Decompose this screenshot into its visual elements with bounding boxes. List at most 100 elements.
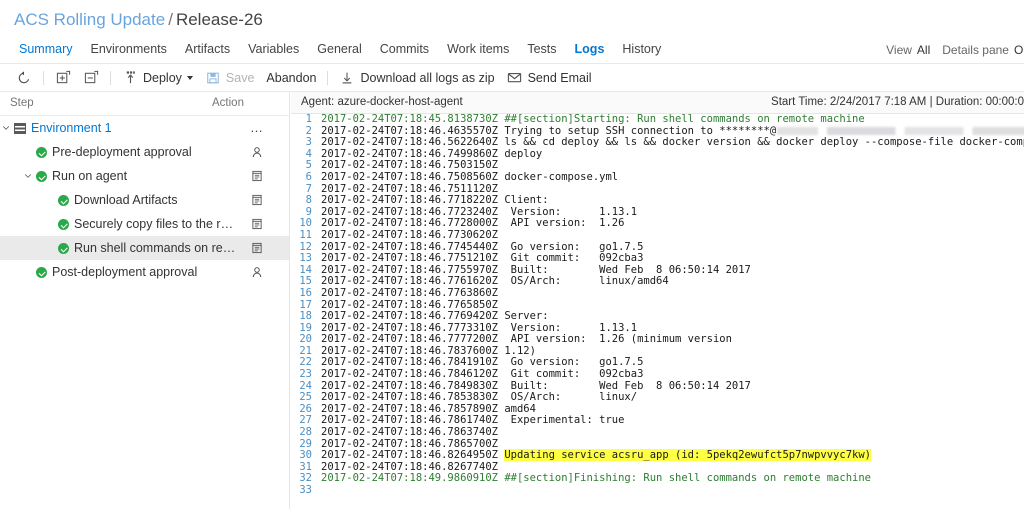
log-timestamp: 2017-02-24T07:18:45.8138730Z [321, 114, 505, 125]
log-timestamp: 2017-02-24T07:18:46.7761620Z [321, 275, 505, 288]
task-icon[interactable] [248, 164, 266, 188]
log-line-number: 33 [299, 484, 312, 496]
deploy-button[interactable]: Deploy [116, 67, 199, 89]
log-scrollbar[interactable] [1020, 92, 1024, 510]
task-icon[interactable] [248, 212, 266, 236]
tree-node-download-artifacts[interactable]: Download Artifacts [0, 188, 289, 212]
log-line-number: 18 [299, 310, 312, 323]
task-icon[interactable] [248, 236, 266, 260]
success-icon [36, 170, 47, 182]
tab-history[interactable]: History [613, 42, 670, 56]
more-icon[interactable]: … [248, 116, 266, 140]
tree-column-headers: Step Action [0, 92, 289, 116]
success-icon [58, 218, 69, 230]
tree-node-label: Securely copy files to the remote mac… [74, 217, 236, 231]
tab-commits[interactable]: Commits [371, 42, 438, 56]
toolbar-separator-3 [327, 70, 329, 85]
log-timestamp: 2017-02-24T07:18:46.7730620Z [321, 228, 505, 241]
tree-node-label: Run shell commands on remote mach… [74, 241, 236, 255]
log-line-message: API version: 1.26 (minimum version [504, 333, 732, 346]
tree-node-environment-1[interactable]: Environment 1 … [0, 116, 289, 140]
tab-general[interactable]: General [308, 42, 370, 56]
tab-tests[interactable]: Tests [518, 42, 565, 56]
log-line-number: 6 [305, 170, 312, 183]
refresh-button[interactable] [10, 67, 38, 89]
chevron-down-icon [186, 75, 193, 80]
tab-strip-right-controls: View All Details pane On [874, 43, 1024, 57]
log-line-number: 28 [299, 426, 312, 439]
log-line-number: 23 [299, 368, 312, 381]
tab-summary[interactable]: Summary [10, 42, 81, 56]
tree-node-securely-copy-files-to-the-remote-mac[interactable]: Securely copy files to the remote mac… [0, 212, 289, 236]
log-line: 33 [291, 484, 1024, 497]
download-logs-label: Download all logs as zip [360, 70, 495, 85]
log-timing-info: Start Time: 2/24/2017 7:18 AM | Duration… [771, 96, 1024, 108]
collapse-all-button[interactable] [77, 67, 105, 89]
log-line-message: ls && cd deploy && ls && docker version … [504, 136, 1024, 149]
expand-all-button[interactable] [49, 67, 77, 89]
tree-node-pre-deployment-approval[interactable]: Pre-deployment approval [0, 140, 289, 164]
success-icon [36, 146, 47, 158]
mail-icon [507, 70, 523, 86]
log-line-message: Built: Wed Feb 8 06:50:14 2017 [504, 263, 751, 276]
tab-work-items[interactable]: Work items [438, 42, 518, 56]
task-icon[interactable] [248, 188, 266, 212]
log-line-message: ##[section]Starting: Run shell commands … [504, 114, 865, 125]
person-icon[interactable] [248, 140, 266, 164]
tab-variables[interactable]: Variables [239, 42, 308, 56]
send-email-button[interactable]: Send Email [501, 67, 598, 89]
log-timestamp: 2017-02-24T07:18:46.5622640Z [321, 136, 505, 149]
log-line-number: 1 [305, 114, 312, 125]
chevron-down-icon[interactable] [22, 164, 34, 188]
log-line-number: 11 [299, 228, 312, 241]
log-line-message: API version: 1.26 [504, 217, 625, 230]
tree-node-run-shell-commands-on-remote-mach[interactable]: Run shell commands on remote mach… [0, 236, 289, 260]
log-line-message: Client: [504, 194, 549, 207]
log-timestamp: 2017-02-24T07:18:46.7511120Z [321, 182, 505, 195]
deploy-icon [122, 70, 138, 86]
log-timestamp: 2017-02-24T07:18:46.7777200Z [321, 333, 505, 346]
tree-node-content: Download Artifacts [58, 193, 178, 207]
chevron-down-icon[interactable] [0, 116, 12, 140]
log-line-highlighted-text: Updating service acsru_app (id: 5pekq2ew… [504, 449, 871, 462]
toolbar-separator-1 [43, 70, 44, 85]
log-timestamp: 2017-02-24T07:18:46.7503150Z [321, 159, 505, 172]
view-value[interactable]: All [917, 43, 930, 57]
view-label: View [886, 43, 912, 57]
abandon-button[interactable]: Abandon [260, 67, 322, 89]
deploy-label: Deploy [143, 70, 182, 85]
tab-logs[interactable]: Logs [566, 42, 614, 56]
success-icon [36, 266, 47, 278]
log-timestamp: 2017-02-24T07:18:46.8264950Z [321, 449, 505, 462]
tab-strip: Summary Environments Artifacts Variables Gen… [0, 40, 1024, 64]
log-timestamp: 2017-02-24T07:18:46.7769420Z [321, 310, 505, 323]
success-icon [58, 242, 69, 254]
log-timestamp: 2017-02-24T07:18:46.7499860Z [321, 147, 505, 160]
log-line-message: Go version: go1.7.5 [504, 240, 644, 253]
person-icon[interactable] [248, 260, 266, 284]
log-line: 32 2017-02-24T07:18:49.9860910Z ##[sectio… [291, 473, 1024, 485]
download-logs-button[interactable]: Download all logs as zip [333, 67, 500, 89]
tab-artifacts[interactable]: Artifacts [176, 42, 239, 56]
breadcrumb-project-link[interactable]: ACS Rolling Update [14, 10, 165, 29]
tree-node-content: Securely copy files to the remote mac… [58, 217, 236, 231]
log-line-message: Go version: go1.7.5 [504, 356, 644, 369]
log-line-message: Git commit: 092cba3 [504, 368, 644, 381]
details-pane-value[interactable]: On [1014, 43, 1024, 57]
tab-environments[interactable]: Environments [81, 42, 175, 56]
tree-node-content: Environment 1 [14, 121, 112, 135]
log-output[interactable]: 1 2017-02-24T07:18:45.8138730Z ##[section… [291, 114, 1024, 510]
steps-tree: Environment 1 … Pre-deployment approval Run… [0, 116, 289, 284]
log-header: Agent: azure-docker-host-agent Start Tim… [291, 92, 1024, 114]
tree-node-run-on-agent[interactable]: Run on agent [0, 164, 289, 188]
log-timestamp: 2017-02-24T07:18:46.7751210Z [321, 252, 505, 265]
abandon-label: Abandon [266, 70, 317, 85]
log-timestamp: 2017-02-24T07:18:46.4635570Z [321, 124, 505, 137]
tree-node-content: Post-deployment approval [36, 265, 197, 279]
tree-node-label: Run on agent [52, 169, 128, 183]
save-button[interactable]: Save [199, 67, 261, 89]
send-email-label: Send Email [527, 70, 592, 85]
log-timestamp: 2017-02-24T07:18:46.7755970Z [321, 263, 505, 276]
tree-node-post-deployment-approval[interactable]: Post-deployment approval [0, 260, 289, 284]
redacted-text-blur [777, 126, 1024, 135]
